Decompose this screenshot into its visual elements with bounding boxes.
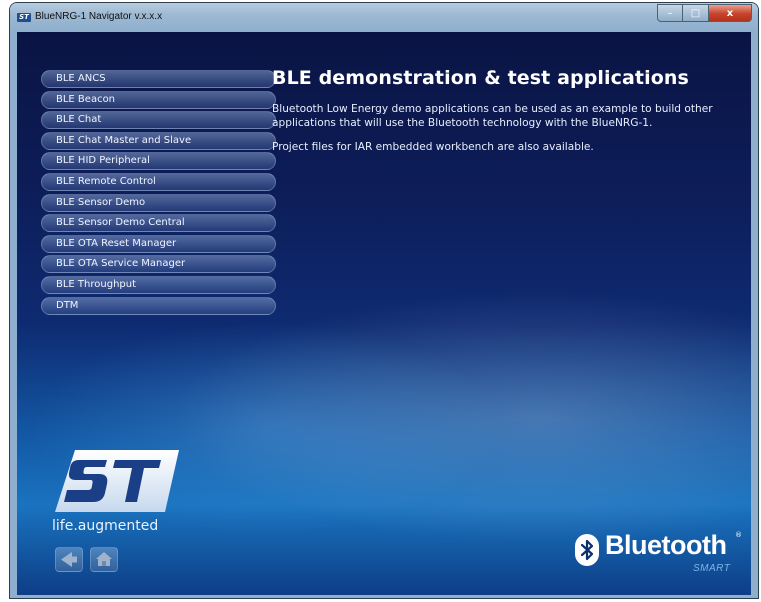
app-window: ST BlueNRG-1 Navigator v.x.x.x – □ x BLE… bbox=[10, 3, 758, 598]
sidebar-item-ble-sensor-demo[interactable]: BLE Sensor Demo bbox=[41, 193, 276, 212]
maximize-button[interactable]: □ bbox=[683, 4, 709, 22]
bluetooth-wordmark: Bluetooth bbox=[605, 530, 727, 560]
st-logo-icon bbox=[55, 450, 179, 512]
sidebar-item-ble-beacon[interactable]: BLE Beacon bbox=[41, 90, 276, 109]
sidebar-item-ble-sensor-demo-central[interactable]: BLE Sensor Demo Central bbox=[41, 214, 276, 233]
home-button[interactable] bbox=[90, 547, 118, 572]
close-icon: x bbox=[726, 7, 734, 19]
registered-mark: ® bbox=[735, 531, 742, 539]
tagline-augmented: augmented bbox=[77, 518, 159, 534]
description-paragraph: Bluetooth Low Energy demo applications c… bbox=[272, 103, 713, 129]
sidebar-item-ble-throughput[interactable]: BLE Throughput bbox=[41, 275, 276, 294]
maximize-icon: □ bbox=[690, 7, 701, 19]
tagline-life: life bbox=[52, 518, 74, 534]
description: Bluetooth Low Energy demo applications c… bbox=[272, 102, 742, 164]
sidebar-item-ble-chat[interactable]: BLE Chat bbox=[41, 111, 276, 130]
sidebar-item-ble-ancs[interactable]: BLE ANCS bbox=[41, 70, 276, 88]
description-paragraph: Project files for IAR embedded workbench… bbox=[272, 141, 594, 153]
home-icon bbox=[96, 552, 112, 566]
minimize-icon: – bbox=[667, 7, 673, 19]
back-button[interactable] bbox=[55, 547, 83, 572]
main-panel: BLE ANCS BLE Beacon BLE Chat BLE Chat Ma… bbox=[17, 32, 751, 595]
app-icon: ST bbox=[17, 13, 31, 22]
sidebar-item-ble-chat-master-slave[interactable]: BLE Chat Master and Slave bbox=[41, 131, 276, 150]
close-button[interactable]: x bbox=[709, 4, 752, 22]
sidebar-item-ble-hid-peripheral[interactable]: BLE HID Peripheral bbox=[41, 152, 276, 171]
minimize-button[interactable]: – bbox=[657, 4, 683, 22]
sidebar-item-ble-remote-control[interactable]: BLE Remote Control bbox=[41, 172, 276, 191]
caption-buttons: – □ x bbox=[657, 4, 752, 22]
back-arrow-icon bbox=[61, 552, 77, 567]
sidebar-item-dtm[interactable]: DTM bbox=[41, 296, 276, 315]
sidebar-nav: BLE ANCS BLE Beacon BLE Chat BLE Chat Ma… bbox=[41, 70, 276, 317]
bluetooth-rune-icon bbox=[575, 534, 599, 566]
bluetooth-smart-logo: Bluetooth ® SMART bbox=[575, 528, 745, 578]
page-title: BLE demonstration & test applications bbox=[272, 67, 689, 89]
bluetooth-smart-label: SMART bbox=[693, 563, 731, 574]
st-tagline: life.augmented bbox=[52, 518, 158, 534]
sidebar-item-ble-ota-service-manager[interactable]: BLE OTA Service Manager bbox=[41, 255, 276, 274]
window-title: BlueNRG-1 Navigator v.x.x.x bbox=[35, 11, 163, 22]
sidebar-item-ble-ota-reset-manager[interactable]: BLE OTA Reset Manager bbox=[41, 234, 276, 253]
title-bar[interactable]: ST BlueNRG-1 Navigator v.x.x.x – □ x bbox=[10, 3, 758, 32]
